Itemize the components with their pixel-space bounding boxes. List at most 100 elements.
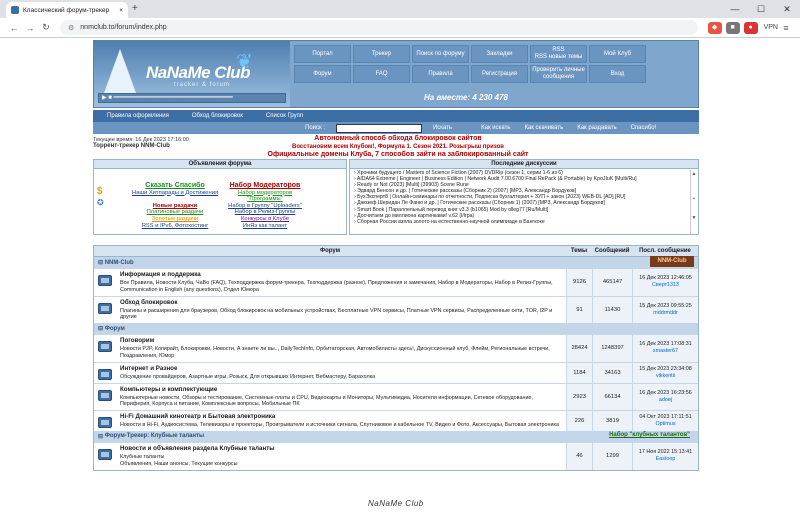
scroll-mid-icon[interactable]: + [691, 195, 697, 204]
subforum-list[interactable]: Обсуждение провайдеров, Азартные игры, Р… [120, 374, 562, 381]
last-post-user[interactable]: mddrmddr [653, 310, 678, 317]
discussions-title: Последние дискуссии [350, 160, 698, 169]
subforum-list[interactable]: Новости в Hi-Fi, Аудиосистема, Телевизор… [120, 422, 562, 429]
search-button[interactable]: Искать [433, 125, 452, 131]
forum-title[interactable]: Интернет и Разное [120, 365, 562, 372]
category-row[interactable]: ⊟ Форум [94, 323, 698, 335]
last-post-user[interactable]: vikkentii [656, 373, 675, 380]
reload-icon[interactable]: ↻ [38, 22, 54, 33]
announce-link[interactable]: Сказать Спасибо [130, 182, 220, 190]
search-input[interactable] [335, 123, 422, 133]
announce-link[interactable]: Золотые раздачи [130, 216, 220, 223]
notification-icon[interactable]: ● [743, 21, 758, 34]
category-row[interactable]: ⊟ NNM-Club NNM-Club [94, 256, 698, 268]
forum-title[interactable]: Новости и объявления раздела Клубные тал… [120, 445, 562, 452]
star-icon: ✪ [97, 198, 104, 207]
link-thanks[interactable]: Спасибо! [631, 125, 657, 131]
link-how-search[interactable]: Как искать [481, 125, 510, 131]
new-tab-button[interactable]: + [132, 3, 138, 14]
dollar-icon: $ [97, 186, 103, 197]
category-title[interactable]: Форум [105, 326, 125, 332]
browser-tab[interactable]: Классический форум-трекер × [6, 2, 128, 18]
header-topics: Темы [570, 248, 588, 254]
menu-search[interactable]: Поиск по форуму [412, 45, 469, 63]
last-post-user[interactable]: Cвeрт1313 [652, 282, 679, 289]
announce-link[interactable]: ИнЯз как талант [220, 223, 310, 230]
link-how-upload[interactable]: Как раздавать [577, 125, 616, 131]
announce-link[interactable]: RSS и IPv6, Фотохостинг [130, 223, 220, 230]
promo-line[interactable]: Восстановим всем Клубом!, Формула 1. Сез… [243, 143, 553, 151]
page-content: NaNaMe Club tracker & forum ❦ ▶ ■ ━━━━━━… [0, 38, 800, 516]
subforum-list[interactable]: Плагины и расширения для браузеров, Обхо… [120, 308, 562, 322]
subnav-unblock[interactable]: Обход блокировок [192, 113, 243, 119]
close-tab-icon[interactable]: × [119, 7, 123, 14]
last-post-user[interactable]: smaster67 [653, 348, 678, 355]
url-bar[interactable]: ⚙ nnmclub.to/forum/index.php [60, 20, 698, 35]
list-item[interactable]: › Сборная России взяла золото на естеств… [354, 219, 696, 225]
scroll-controls[interactable]: ▲ + ▼ [690, 170, 697, 234]
post-count: 3819 [592, 411, 632, 431]
scroll-down-icon[interactable]: ▼ [691, 214, 697, 223]
announce-link[interactable]: Набор модераторов "Программы" [220, 190, 310, 203]
audio-player[interactable]: ▶ ■ ━━━━━━━━━━━━━━━━━━━━━━━━━━━━━━━━━ [98, 93, 286, 103]
promo-line[interactable]: Официальные домены Клуба, 7 способов зай… [243, 151, 553, 159]
menu-login[interactable]: Вход [589, 65, 646, 83]
menu-tracker[interactable]: Трекер [353, 45, 410, 63]
menu-rss[interactable]: RSS RSS новые темы [530, 45, 587, 63]
scroll-up-icon[interactable]: ▲ [691, 170, 697, 179]
subforum-list[interactable]: Компьютерные новости, Обзоры и тестирова… [120, 395, 562, 409]
minimize-icon[interactable]: — [722, 0, 748, 18]
subforum-list[interactable]: Новости P2P, Копирайт, Блокировки, Новос… [120, 346, 562, 360]
maximize-icon[interactable]: ☐ [748, 0, 774, 18]
last-post-user[interactable]: Optimus [655, 421, 675, 428]
menu-rules[interactable]: Правила [412, 65, 469, 83]
announce-link[interactable]: Наши Хитпарады и Достижения [130, 190, 220, 203]
site-info-icon[interactable]: ⚙ [68, 24, 74, 32]
forum-title[interactable]: Компьютеры и комплектующие [120, 386, 562, 393]
announce-link[interactable]: Набор в Группу "Uploaders" [220, 203, 310, 210]
menu-register[interactable]: Регистрация [471, 65, 528, 83]
last-post-user[interactable]: adoej [659, 397, 672, 404]
subforum-list[interactable]: Все Правила, Новости Клуба, ЧаВо (FAQ), … [120, 280, 562, 294]
announce-link[interactable]: Платиновые раздачи [130, 209, 220, 216]
brave-shield-icon[interactable]: ◆ [707, 21, 722, 34]
promo-line[interactable]: Автономный способ обхода блокировок сайт… [243, 135, 553, 143]
category-row[interactable]: ⊟ Форум-Трекер: Клубные таланты Набор "к… [94, 430, 698, 442]
forum-title[interactable]: Информация и поддержка [120, 271, 562, 278]
link-how-download[interactable]: Как скачивать [524, 125, 563, 131]
info-panels: Объявления форума $ ✪ Сказать Спасибо Наб… [93, 159, 699, 235]
extension-icon[interactable]: ■ [725, 21, 740, 34]
talents-link[interactable]: Набор "клубных талантов" [609, 432, 690, 438]
back-icon[interactable]: ← [6, 23, 22, 33]
menu-faq[interactable]: FAQ [353, 65, 410, 83]
category-title[interactable]: Форум-Трекер: Клубные таланты [105, 433, 204, 439]
subforum-list[interactable]: Клубные таланты Объявления, Наши анонсы,… [120, 454, 562, 468]
site-logo[interactable]: NaNaMe Club tracker & forum ❦ ▶ ■ ━━━━━━… [94, 41, 290, 107]
close-window-icon[interactable]: ✕ [774, 0, 800, 18]
announce-link[interactable]: Набор Модераторов [220, 182, 310, 190]
vpn-button[interactable]: VPN [764, 24, 778, 31]
last-post-user[interactable]: Eastoop [656, 456, 676, 463]
topic-count: 9126 [566, 269, 592, 296]
forum-folder-icon [98, 368, 112, 380]
table-row: Новости и объявления раздела Клубные тал… [94, 441, 698, 470]
menu-bookmarks[interactable]: Закладки [471, 45, 528, 63]
announce-link[interactable]: Новые раздачи [130, 203, 220, 210]
subnav-rules[interactable]: Правила оформления [107, 113, 169, 119]
forum-title[interactable]: Hi-Fi Домашний кинотеатр и Бытовая элект… [120, 413, 562, 420]
menu-icon[interactable]: ≡ [778, 23, 794, 33]
club-badge[interactable]: NNM-Club [650, 256, 694, 267]
forward-icon[interactable]: → [22, 23, 38, 33]
announcements-panel: Объявления форума $ ✪ Сказать Спасибо Наб… [93, 159, 347, 235]
menu-forum[interactable]: Форум [294, 65, 351, 83]
subnav-groups[interactable]: Список Групп [266, 113, 303, 119]
menu-portal[interactable]: Портал [294, 45, 351, 63]
announce-link[interactable]: Набор в Релиз-Группы [220, 209, 310, 216]
menu-my-club[interactable]: Мой Клуб [589, 45, 646, 63]
forum-title[interactable]: Поговорим [120, 337, 562, 344]
browser-tab-strip: Классический форум-трекер × + — ☐ ✕ [0, 0, 800, 18]
forum-title[interactable]: Обход блокировок [120, 299, 562, 306]
announce-link[interactable]: Конкурсы в Клубе [220, 216, 310, 223]
menu-messages[interactable]: Проверить личные сообщения [530, 65, 587, 83]
category-title[interactable]: NNM-Club [105, 260, 134, 266]
